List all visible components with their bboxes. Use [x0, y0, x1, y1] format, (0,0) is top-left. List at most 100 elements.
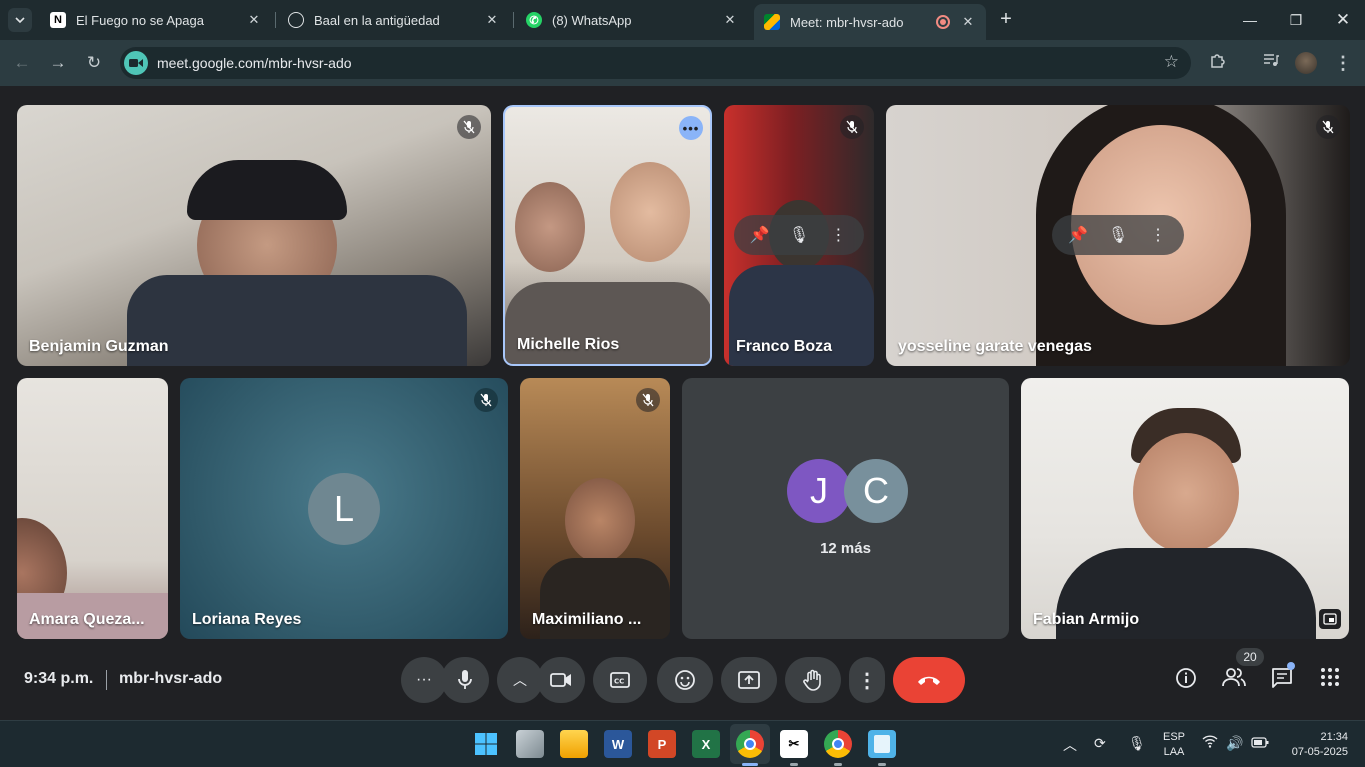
participant-tile[interactable]: 📌 🎙 ⋮ Franco Boza: [724, 105, 874, 366]
microphone-in-use-icon[interactable]: 🎙: [1128, 735, 1146, 752]
more-vert-icon[interactable]: ⋮: [1144, 225, 1172, 245]
unread-indicator: [1287, 662, 1295, 670]
mic-muted-icon: [840, 115, 864, 139]
meet-icon: [764, 14, 780, 30]
microphone-button[interactable]: [441, 657, 489, 703]
chrome-profile-icon[interactable]: [824, 730, 852, 758]
excel-icon[interactable]: X: [692, 730, 720, 758]
people-button[interactable]: [1221, 667, 1247, 693]
captions-icon: CC: [610, 672, 630, 688]
present-screen-button[interactable]: [721, 657, 777, 703]
show-hidden-icons-button[interactable]: ︿: [1063, 735, 1077, 755]
participant-name: Michelle Rios: [517, 336, 620, 353]
new-tab-button[interactable]: +: [994, 8, 1018, 32]
participant-name: Loriana Reyes: [192, 611, 302, 628]
file-explorer-icon[interactable]: [560, 730, 588, 758]
chrome-icon[interactable]: [736, 730, 764, 758]
participant-tile[interactable]: L Loriana Reyes: [180, 378, 508, 639]
tab-notion[interactable]: N El Fuego no se Apaga ✕: [40, 4, 272, 36]
tab-divider: [513, 12, 514, 28]
windows-logo-icon: [475, 733, 497, 755]
mic-muted-icon: [457, 115, 481, 139]
activities-button[interactable]: [1317, 667, 1343, 693]
chat-button[interactable]: [1269, 667, 1295, 693]
others-count-label: 12 más: [820, 540, 871, 557]
task-view-icon[interactable]: [516, 730, 544, 758]
battery-icon[interactable]: [1251, 735, 1269, 751]
tab-meet[interactable]: Meet: mbr-hvsr-ado ✕: [754, 4, 986, 40]
forward-button[interactable]: →: [46, 51, 70, 75]
raise-hand-button[interactable]: [785, 657, 841, 703]
participant-tile[interactable]: 📌 🎙 ⋮ yosseline garate venegas: [886, 105, 1350, 366]
wifi-icon[interactable]: [1202, 735, 1218, 751]
meeting-info-button[interactable]: [1173, 667, 1199, 693]
mute-participant-icon[interactable]: 🎙: [1104, 225, 1132, 245]
info-icon: [1176, 668, 1196, 688]
more-horiz-icon: ···: [416, 671, 432, 688]
volume-icon[interactable]: 🔊: [1226, 735, 1243, 752]
tile-hover-controls: 📌 🎙 ⋮: [1052, 215, 1184, 255]
shirt-shape: [127, 275, 467, 366]
close-icon[interactable]: ✕: [960, 14, 976, 30]
close-window-button[interactable]: ✕: [1331, 8, 1355, 32]
close-icon[interactable]: ✕: [246, 12, 262, 28]
participant-tile[interactable]: Fabian Armijo: [1021, 378, 1349, 639]
input-language-indicator[interactable]: ESP LAA: [1160, 730, 1188, 760]
bookmark-star-icon[interactable]: ☆: [1164, 52, 1179, 72]
camera-button[interactable]: [537, 657, 585, 703]
sync-icon[interactable]: ⟳: [1094, 735, 1106, 752]
tab-title: Baal en la antigüedad: [314, 12, 440, 28]
chat-icon: [1272, 668, 1292, 688]
tab-search-button[interactable]: [8, 8, 32, 32]
system-clock[interactable]: 21:34 07-05-2025: [1284, 730, 1348, 760]
profile-avatar[interactable]: [1294, 51, 1318, 75]
video-feed: [610, 162, 690, 262]
participant-tile[interactable]: Maximiliano ...: [520, 378, 670, 639]
reload-button[interactable]: ↻: [82, 51, 106, 75]
participant-tile-active[interactable]: ••• Michelle Rios: [503, 105, 712, 366]
close-icon[interactable]: ✕: [484, 12, 500, 28]
running-indicator: [790, 763, 798, 766]
more-vert-icon[interactable]: ⋮: [824, 225, 852, 245]
browser-menu-icon[interactable]: ⋮: [1331, 51, 1355, 75]
participant-tile[interactable]: Benjamin Guzman: [17, 105, 491, 366]
word-icon[interactable]: W: [604, 730, 632, 758]
capcut-icon[interactable]: ✂: [780, 730, 808, 758]
apps-grid-icon: [1321, 668, 1339, 686]
others-tile[interactable]: J C 12 más: [682, 378, 1009, 639]
browser-toolbar: ← → ↻ meet.google.com/mbr-hvsr-ado ☆ ⋮: [0, 40, 1365, 86]
notepad-icon[interactable]: [868, 730, 896, 758]
picture-in-picture-icon[interactable]: [1319, 609, 1341, 629]
more-options-icon[interactable]: •••: [679, 116, 703, 140]
participant-tile[interactable]: Amara Queza...: [17, 378, 168, 639]
tab-chatgpt[interactable]: Baal en la antigüedad ✕: [278, 4, 510, 36]
video-feed: [565, 478, 635, 563]
restore-button[interactable]: ❐: [1284, 8, 1308, 32]
site-info-icon[interactable]: [124, 51, 148, 75]
mic-muted-icon: [636, 388, 660, 412]
pin-icon[interactable]: 📌: [1064, 225, 1092, 245]
svg-text:CC: CC: [614, 678, 624, 686]
leave-call-button[interactable]: [893, 657, 965, 703]
captions-button[interactable]: CC: [593, 657, 647, 703]
minimize-button[interactable]: —: [1238, 8, 1262, 32]
media-control-icon[interactable]: [1259, 51, 1283, 75]
back-button[interactable]: ←: [10, 51, 34, 75]
address-bar[interactable]: meet.google.com/mbr-hvsr-ado ☆: [120, 47, 1191, 79]
powerpoint-icon[interactable]: P: [648, 730, 676, 758]
browser-tab-bar: N El Fuego no se Apaga ✕ Baal en la anti…: [0, 0, 1365, 40]
avatar: C: [844, 459, 908, 523]
recording-icon: [936, 15, 950, 29]
extensions-icon[interactable]: [1206, 51, 1230, 75]
reactions-button[interactable]: [657, 657, 713, 703]
hand-icon: [803, 669, 821, 691]
close-icon[interactable]: ✕: [722, 12, 738, 28]
participant-name: Franco Boza: [736, 338, 833, 355]
mute-participant-icon[interactable]: 🎙: [785, 225, 813, 245]
tab-whatsapp[interactable]: ✆ (8) WhatsApp ✕: [516, 4, 748, 36]
pin-icon[interactable]: 📌: [746, 225, 774, 245]
more-options-button[interactable]: ⋮: [849, 657, 885, 703]
meeting-stage: Benjamin Guzman ••• Michelle Rios 📌 🎙 ⋮ …: [0, 86, 1365, 720]
windows-start-button[interactable]: [472, 730, 500, 758]
meeting-time: 9:34 p.m.: [24, 670, 94, 687]
